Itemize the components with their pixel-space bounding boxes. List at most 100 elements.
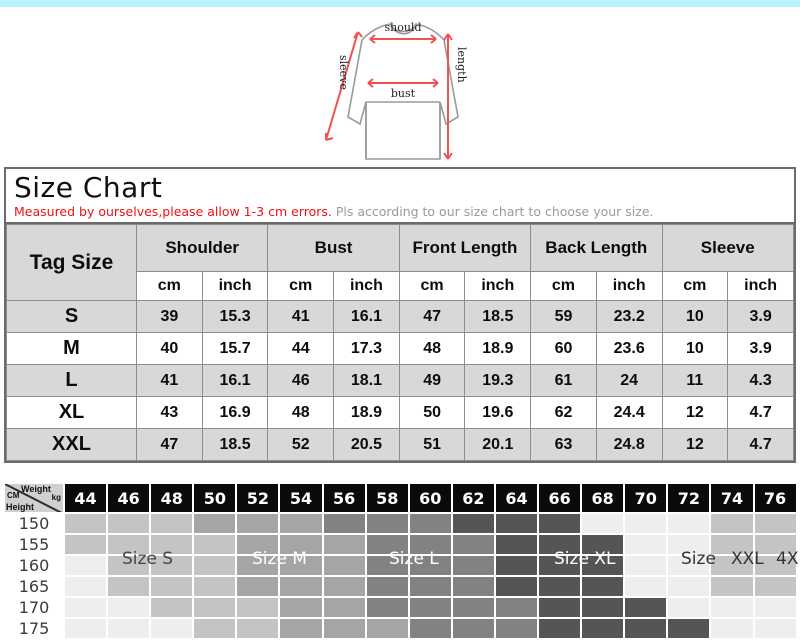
row-tag-size: M (6, 332, 137, 366)
matrix-cell (64, 555, 108, 576)
matrix-cell (710, 555, 754, 576)
matrix-cell (753, 534, 797, 555)
matrix-weight-header-cell: 58 (365, 483, 409, 513)
matrix-cell (107, 618, 151, 639)
matrix-cell (581, 555, 625, 576)
matrix-corner-cell: CM Weight kg Height (4, 483, 64, 513)
measurement-cell: 18.5 (464, 300, 532, 334)
matrix-cell (365, 534, 409, 555)
measurement-cell: 47 (398, 300, 466, 334)
table-row: XXL 47 18.5 52 20.5 51 20.1 63 24.8 12 4.7 (6, 428, 794, 462)
matrix-cell (538, 513, 582, 534)
matrix-cell (365, 597, 409, 618)
measurement-cell: 59 (530, 300, 597, 334)
matrix-cell (107, 534, 151, 555)
size-chart-title-block: Size Chart Measured by ourselves,please … (6, 169, 794, 225)
measurement-cell: 12 (661, 428, 729, 462)
matrix-cell (667, 555, 711, 576)
measurement-cell: 49 (398, 364, 466, 398)
measurement-cell: 24.4 (595, 396, 663, 430)
matrix-cell (408, 513, 452, 534)
diagram-label-length: length (455, 47, 468, 83)
column-group-header: Front Length (398, 224, 532, 273)
measurement-cell: 61 (530, 364, 597, 398)
matrix-cell (150, 534, 194, 555)
matrix-cell (753, 513, 797, 534)
row-tag-size: S (6, 300, 137, 334)
diagram-label-bust: bust (391, 87, 416, 100)
table-row: L 41 16.1 46 18.1 49 19.3 61 24 11 4.3 (6, 364, 794, 398)
matrix-cell (193, 534, 237, 555)
matrix-cell (279, 597, 323, 618)
matrix-cell (753, 597, 797, 618)
matrix-cell (753, 555, 797, 576)
measurement-cell: 10 (661, 332, 729, 366)
measurement-cell: 20.5 (333, 428, 400, 462)
matrix-cell (581, 513, 625, 534)
measurement-cell: 16.1 (333, 300, 400, 334)
measurement-cell: 15.7 (201, 332, 269, 366)
matrix-weight-header-cell: 72 (667, 483, 711, 513)
row-tag-size: XL (6, 396, 137, 430)
measurement-cell: 19.3 (464, 364, 532, 398)
measurement-cell: 18.9 (464, 332, 532, 366)
matrix-height-label: 155 (4, 534, 64, 555)
matrix-weight-header-row: CM Weight kg Height 44 46 48 50 52 54 56 58 60 62… (4, 483, 797, 513)
matrix-weight-header-cell: 60 (408, 483, 452, 513)
measurement-cell: 51 (398, 428, 466, 462)
matrix-cell (64, 618, 108, 639)
matrix-cell (236, 576, 280, 597)
matrix-cell (322, 597, 366, 618)
matrix-cell (193, 513, 237, 534)
measurement-cell: 3.9 (727, 332, 794, 366)
measurement-cell: 43 (136, 396, 203, 430)
matrix-cell (667, 618, 711, 639)
matrix-cell (279, 555, 323, 576)
table-row: M 40 15.7 44 17.3 48 18.9 60 23.6 10 3.9 (6, 332, 794, 366)
measurement-note-grey: Pls according to our size chart to choos… (335, 204, 654, 220)
matrix-row: 175 (4, 618, 797, 639)
matrix-cell (236, 618, 280, 639)
matrix-cell (753, 576, 797, 597)
measurement-cell: 4.3 (727, 364, 794, 398)
matrix-cell (236, 555, 280, 576)
corner-label-kg: kg (51, 493, 61, 502)
matrix-cell (624, 534, 668, 555)
matrix-cell (710, 576, 754, 597)
measurement-cell: 39 (136, 300, 203, 334)
unit-header-cell: inch (333, 271, 400, 302)
matrix-height-label: 165 (4, 576, 64, 597)
matrix-cell (667, 534, 711, 555)
measurement-cell: 23.2 (595, 300, 663, 334)
measurement-cell: 17.3 (333, 332, 400, 366)
corner-label-height: Height (6, 502, 34, 512)
matrix-cell (408, 555, 452, 576)
measurement-cell: 12 (661, 396, 729, 430)
matrix-cell (322, 534, 366, 555)
matrix-height-label: 170 (4, 597, 64, 618)
measurement-note-red: Measured by ourselves,please allow 1-3 c… (14, 204, 332, 220)
measurement-cell: 11 (661, 364, 729, 398)
matrix-cell (150, 618, 194, 639)
matrix-row: 160 (4, 555, 797, 576)
matrix-cell (624, 597, 668, 618)
measurement-cell: 19.6 (464, 396, 532, 430)
matrix-weight-header-cell: 52 (236, 483, 280, 513)
matrix-cell (64, 576, 108, 597)
matrix-cell (107, 576, 151, 597)
matrix-cell (236, 597, 280, 618)
garment-measure-diagram: should bust sleeve length (300, 7, 500, 167)
matrix-cell (710, 597, 754, 618)
matrix-cell (538, 576, 582, 597)
measurement-cell: 52 (267, 428, 335, 462)
matrix-cell (710, 534, 754, 555)
measurement-cell: 3.9 (727, 300, 794, 334)
matrix-cell (624, 555, 668, 576)
matrix-weight-header-cell: 54 (279, 483, 323, 513)
matrix-cell (150, 555, 194, 576)
unit-header-cell: cm (530, 271, 597, 302)
row-tag-size: XXL (6, 428, 137, 462)
matrix-cell (581, 618, 625, 639)
matrix-weight-header-cell: 48 (150, 483, 194, 513)
matrix-cell (64, 513, 108, 534)
